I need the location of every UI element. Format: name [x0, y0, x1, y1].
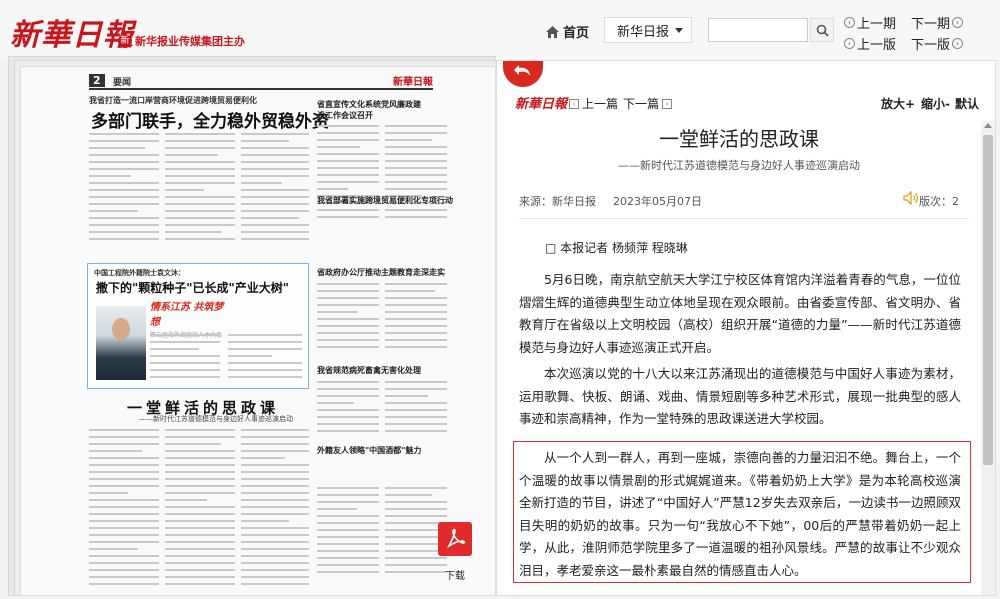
- portrait-photo: [96, 306, 146, 380]
- home-link[interactable]: 首页: [546, 22, 589, 41]
- article-subhead: ——新时代江苏道德模范与身边好人事迹巡演启动: [139, 415, 293, 423]
- article-headline-link[interactable]: 我省规范病死畜禽无害化处理: [317, 365, 467, 376]
- text-column: [317, 381, 379, 437]
- article-source: 来源：新华日报: [519, 195, 596, 208]
- text-column: [241, 133, 309, 245]
- portrait-face: [112, 318, 130, 340]
- article-logo: 新華日報: [515, 97, 568, 112]
- host-text: 新华报业传媒集团主办: [135, 35, 245, 48]
- box-kicker: 中国工程院外籍院士袁文沐：: [94, 269, 185, 277]
- article-paragraph: 5月6日晚，南京航空航天大学江宁校区体育馆内洋溢着青春的气息，一位位熠熠生辉的道…: [519, 272, 961, 355]
- text-column: [385, 125, 447, 223]
- search-input[interactable]: [708, 18, 808, 42]
- zoom-default-button[interactable]: 默认: [955, 95, 979, 112]
- next-circle-icon: ›: [952, 38, 964, 49]
- article-title: 一堂鲜活的思政课: [659, 127, 819, 151]
- text-column: [150, 334, 220, 383]
- back-button[interactable]: [503, 61, 543, 87]
- article-headline-link[interactable]: 我省部署实施跨境贸易便利化专项行动: [317, 195, 467, 206]
- article-date: 2023年05月07日: [613, 195, 702, 208]
- speaker-icon: [903, 190, 919, 206]
- next-page-link[interactable]: 下一版 ›: [911, 34, 964, 53]
- text-column: [89, 133, 159, 245]
- next-article-label: 下一篇: [623, 97, 660, 111]
- prev-page-label: 上一版: [857, 38, 897, 53]
- article-headline-link[interactable]: 省直宣传文化系统党风廉政建设工作会议召开: [317, 99, 427, 121]
- article-paragraph: 本次巡演以党的十八大以来江苏涌现出的道德模范与中国好人事迹为素材，运用歌舞、快板…: [519, 366, 961, 426]
- newspaper-page-header: 2 要闻 新華日報: [89, 74, 433, 90]
- article-meta: 来源：新华日报 2023年05月07日 版次：2: [519, 183, 969, 219]
- box-headline: 撒下的"颗粒种子"已长成"产业大树": [96, 281, 290, 295]
- newspaper-select[interactable]: 新华日报: [604, 17, 692, 43]
- search-icon: [816, 24, 829, 37]
- article-content: 一堂鲜活的思政课 ——新时代江苏道德模范与身边好人事迹巡演启动 来源：新华日报 …: [497, 123, 981, 595]
- text-column: [89, 429, 159, 590]
- article-kicker[interactable]: 我省打造一流口岸营商环境促进跨境贸易便利化: [89, 95, 257, 106]
- next-article-link[interactable]: 下一篇 ›: [623, 95, 673, 112]
- newspaper-select-value: 新华日报: [617, 24, 670, 40]
- article-pane: 新華日報 ‹ 上一篇 下一篇 › 放大+ 缩小- 默认 一堂鲜活的思政课 ——新…: [496, 60, 996, 596]
- text-column: [317, 283, 379, 353]
- text-column: [165, 429, 235, 590]
- pdf-tile: [438, 522, 472, 556]
- article-paragraph: 从一个人到一群人，再到一座城，崇德向善的力量汩汩不绝。舞台上，一个个温暖的故事以…: [519, 450, 961, 578]
- prev-issue-link[interactable]: ‹ 上一期: [844, 13, 896, 32]
- zoom-out-button[interactable]: 缩小-: [921, 95, 950, 112]
- page-number: 2: [89, 74, 105, 87]
- prev-circle-icon: ‹: [844, 38, 855, 49]
- text-column: [317, 487, 379, 578]
- text-column: [385, 381, 447, 437]
- right-box-headline: 外籍友人领略"中国酒都"魅力: [317, 446, 422, 455]
- chevron-down-icon: [675, 28, 683, 33]
- site-logo[interactable]: 新華日報: [10, 10, 134, 54]
- page-masthead: 新華日報: [393, 77, 433, 88]
- home-icon: [546, 25, 559, 38]
- article-headline-link[interactable]: 多部门联手，全力稳外贸稳外资: [91, 107, 329, 132]
- page-section: 要闻: [113, 78, 132, 88]
- text-column: [317, 125, 379, 223]
- text-column: [241, 429, 309, 590]
- next-circle-icon: ›: [952, 17, 964, 28]
- prev-page-link[interactable]: ‹ 上一版: [844, 34, 896, 53]
- zoom-in-button[interactable]: 放大+: [881, 95, 915, 112]
- scroll-thumb[interactable]: [983, 135, 993, 465]
- host-line: 新 新华报业传媒集团主办: [118, 33, 245, 49]
- article-byline: □ 本报记者 杨频萍 程晓琳: [545, 241, 688, 255]
- article-toolbar: 新華日報 ‹ 上一篇 下一篇 › 放大+ 缩小- 默认: [497, 91, 995, 121]
- next-square-icon: ›: [662, 98, 673, 109]
- article-headline-link[interactable]: 省政府办公厅推动主题教育走深走实: [317, 267, 467, 278]
- host-mark-icon: 新: [118, 34, 132, 48]
- prev-issue-label: 上一期: [857, 17, 897, 32]
- newspaper-page-image[interactable]: 2 要闻 新華日報 我省打造一流口岸营商环境促进跨境贸易便利化 多部门联手，全力…: [20, 66, 496, 596]
- event-banner: 情系江苏 共筑梦想 第三届海外高层次人才大会: [150, 298, 232, 339]
- pdf-icon: [446, 528, 466, 549]
- prev-article-label: 上一篇: [582, 97, 619, 111]
- download-label: 下载: [445, 571, 465, 582]
- read-aloud-button[interactable]: [903, 190, 919, 208]
- event-banner-title: 情系江苏 共筑梦想: [150, 302, 224, 328]
- search-button[interactable]: [810, 18, 834, 42]
- back-arrow-icon: [514, 65, 530, 76]
- next-issue-link[interactable]: 下一期 ›: [911, 13, 964, 32]
- next-issue-label: 下一期: [911, 17, 951, 32]
- article-subtitle: ——新时代江苏道德模范与身边好人事迹巡演启动: [618, 159, 860, 172]
- prev-square-icon: ‹: [569, 98, 579, 109]
- top-header: 新華日報 新 新华报业传媒集团主办 首页 新华日报 ‹ 上一期 下一期 › ‹ …: [0, 0, 1000, 60]
- home-label: 首页: [563, 26, 590, 41]
- scroll-up-arrow[interactable]: [984, 123, 992, 128]
- prev-article-link[interactable]: ‹ 上一篇: [569, 95, 618, 112]
- text-column: [385, 283, 447, 353]
- download-pdf-button[interactable]: 下载: [438, 522, 472, 582]
- article-scrollbar[interactable]: [981, 121, 995, 595]
- text-column: [165, 133, 235, 245]
- next-page-label: 下一版: [911, 38, 951, 53]
- article-headline-link[interactable]: 外籍友人领略"中国酒都"魅力: [317, 445, 451, 481]
- prev-circle-icon: ‹: [844, 17, 855, 28]
- article-edition: 版次：2: [919, 195, 959, 208]
- featured-story-box[interactable]: 中国工程院外籍院士袁文沐： 撒下的"颗粒种子"已长成"产业大树" 情系江苏 共筑…: [87, 263, 309, 389]
- text-column: [228, 334, 302, 383]
